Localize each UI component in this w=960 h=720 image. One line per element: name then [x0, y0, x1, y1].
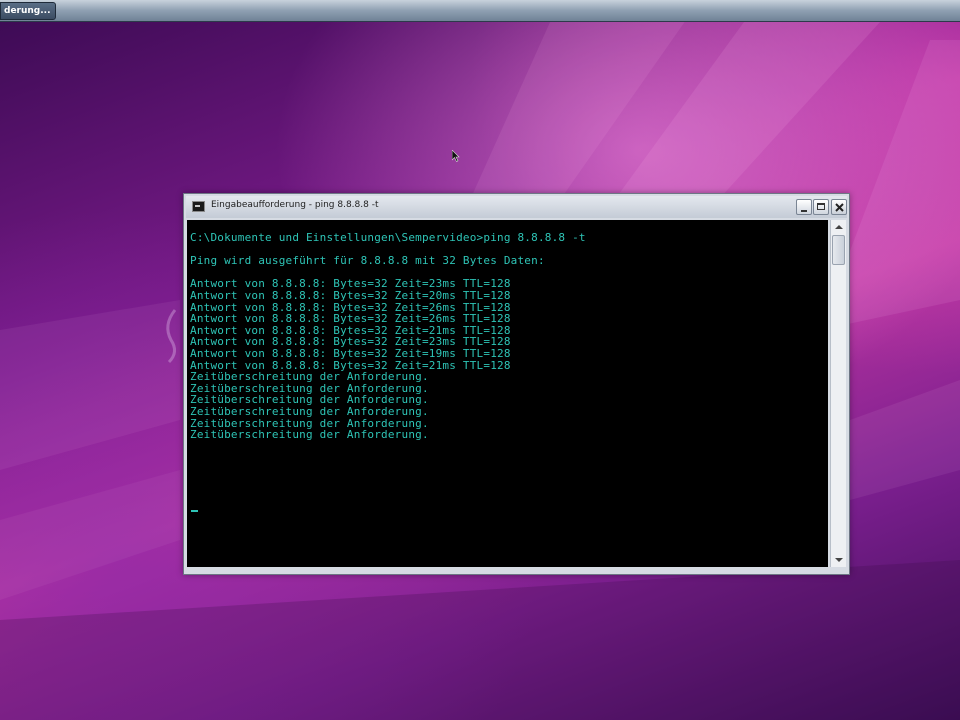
taskbar-window-button[interactable]: derung... — [0, 2, 56, 20]
window-title: Eingabeaufforderung - ping 8.8.8.8 -t — [211, 200, 379, 210]
console-line: C:\Dokumente und Einstellungen\Sempervid… — [190, 231, 586, 244]
console-line: Zeitüberschreitung der Anforderung. — [190, 428, 429, 442]
console-line: Antwort von 8.8.8.8: Bytes=32 Zeit=20ms … — [190, 288, 511, 302]
scroll-down-icon[interactable] — [831, 553, 846, 567]
console-icon[interactable] — [192, 201, 205, 212]
console-line: Antwort von 8.8.8.8: Bytes=32 Zeit=26ms … — [190, 312, 511, 326]
close-icon[interactable] — [831, 199, 847, 215]
taskbar: derung... — [0, 0, 960, 22]
console-line: Zeitüberschreitung der Anforderung. — [190, 370, 429, 384]
console-lines: C:\Dokumente und Einstellungen\Sempervid… — [190, 232, 586, 441]
scroll-up-icon[interactable] — [831, 220, 846, 234]
console-line: Ping wird ausgeführt für 8.8.8.8 mit 32 … — [190, 254, 545, 268]
command-prompt-window[interactable]: Eingabeaufforderung - ping 8.8.8.8 -t C:… — [183, 193, 850, 575]
window-titlebar[interactable]: Eingabeaufforderung - ping 8.8.8.8 -t — [186, 196, 847, 218]
console-output[interactable]: C:\Dokumente und Einstellungen\Sempervid… — [187, 220, 828, 567]
scrollbar-thumb[interactable] — [832, 235, 845, 265]
text-caret — [191, 510, 198, 512]
console-line: Zeitüberschreitung der Anforderung. — [190, 404, 429, 418]
mouse-cursor-icon — [452, 150, 460, 162]
maximize-icon[interactable] — [813, 199, 829, 215]
console-line: Antwort von 8.8.8.8: Bytes=32 Zeit=19ms … — [190, 346, 511, 360]
minimize-icon[interactable] — [796, 199, 812, 215]
vertical-scrollbar[interactable] — [830, 220, 846, 567]
